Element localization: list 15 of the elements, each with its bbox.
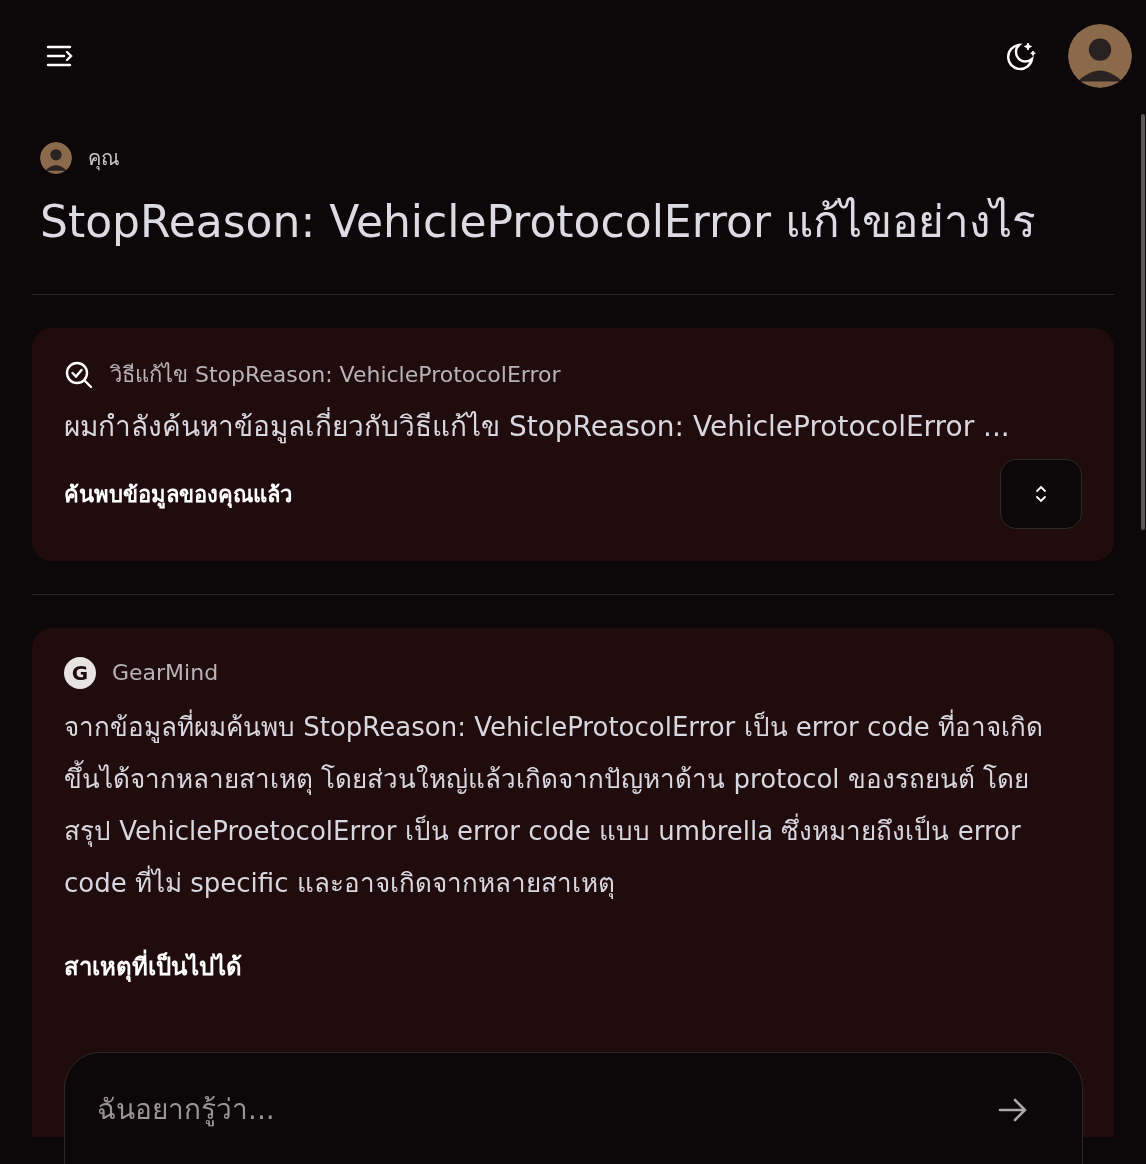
author-name: GearMind xyxy=(112,659,219,687)
scrollbar[interactable] xyxy=(1141,114,1145,530)
answer-paragraph: จากข้อมูลที่ผมค้นพบ StopReason: VehicleProtocolError เป็น error code ที่อาจเกิดขึ้นได้จากหลายสาเหตุ โดยส่วนใหญ่แล้วเกิดจากปัญหาด้าน protocol ของรถยนต์ โดยสรุป VehicleProetocolError เป็น error code แบบ umbrella ซึ่งหมายถึงเป็น error code ที่ไม่ specific และอาจเกิดจากหลายสาเหตุ xyxy=(64,701,1064,909)
search-summary: ผมกำลังค้นหาข้อมูลเกี่ยวกับวิธีแก้ไข StopReason: VehicleProtocolError ... xyxy=(64,407,1082,447)
search-title: วิธีแก้ไข StopReason: VehicleProtocolError xyxy=(110,361,561,389)
avatar xyxy=(1068,24,1132,88)
author-name: คุณ xyxy=(88,145,120,173)
gearmind-logo: G xyxy=(64,656,96,689)
search-check-icon xyxy=(64,359,94,390)
profile-button[interactable] xyxy=(1068,24,1132,88)
answer-heading: สาเหตุที่เป็นไปได้ xyxy=(64,949,1082,985)
search-status: ค้นพบข้อมูลของคุณแล้ว xyxy=(64,480,292,511)
user-question: StopReason: VehicleProtocolError แก้ไขอย่างไร xyxy=(40,195,1038,249)
avatar xyxy=(40,142,72,174)
message-input[interactable]: ฉันอยากรู้ว่า... xyxy=(97,1089,897,1131)
